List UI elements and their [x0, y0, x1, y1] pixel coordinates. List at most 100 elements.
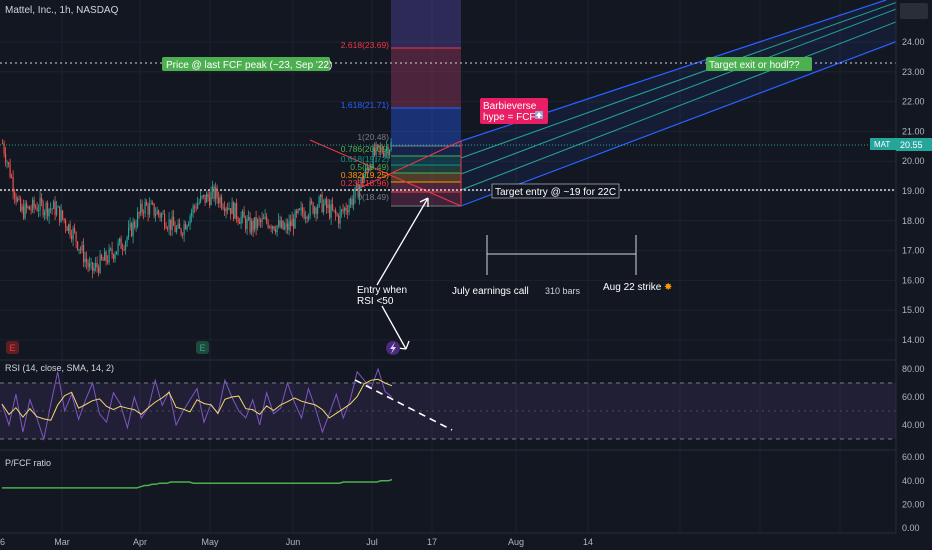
candle-body: [299, 209, 301, 210]
annotation-exit[interactable]: Target exit or hodl??: [706, 57, 812, 71]
price-tick-label: 16.00: [902, 275, 925, 285]
candle-body: [234, 202, 236, 219]
candle-body: [51, 208, 53, 210]
candle-body: [390, 142, 392, 151]
pfcf-tick-label: 20.00: [902, 499, 925, 509]
candle-body: [306, 216, 308, 219]
annotation-fcf-peak[interactable]: Price @ last FCF peak (~23, Sep '22): [162, 57, 332, 71]
candle-body: [129, 223, 131, 228]
lightning-event[interactable]: [386, 341, 400, 355]
candle-body: [53, 201, 55, 209]
candle-body: [30, 209, 32, 211]
candle-body: [240, 216, 242, 224]
earnings-event-1[interactable]: E: [6, 341, 19, 354]
price-tick-label: 24.00: [902, 37, 925, 47]
candle-body: [42, 202, 44, 216]
candle-body: [99, 254, 101, 273]
candle-body: [20, 198, 22, 211]
price-tick-label: 20.00: [902, 156, 925, 166]
price-tick-label: 19.00: [902, 186, 925, 196]
candle-body: [219, 197, 221, 204]
candle-body: [260, 219, 262, 223]
price-axis[interactable]: 24.00 23.00 22.00 21.00 20.00 19.00 18.00 17.00…: [895, 0, 932, 550]
candle-body: [80, 249, 82, 250]
pfcf-tick-label: 60.00: [902, 452, 925, 462]
candle-body: [236, 202, 238, 219]
annotation-target-entry[interactable]: Target entry @ ~19 for 22C: [491, 183, 620, 199]
candle-body: [195, 207, 197, 209]
candle-body: [336, 214, 338, 216]
candle-body: [96, 263, 98, 268]
candle-body: [29, 206, 31, 210]
barbie-line2: hype = FCF: [483, 112, 536, 123]
candle-body: [285, 223, 287, 228]
candle-body: [224, 208, 226, 212]
candle-body: [189, 215, 191, 224]
candle-body: [21, 206, 23, 211]
candle-body: [203, 194, 205, 197]
candle-body: [105, 251, 107, 261]
candle-body: [69, 224, 71, 236]
candle-body: [188, 223, 190, 226]
pfcf-pane[interactable]: P/FCF ratio: [0, 449, 896, 489]
candle-body: [347, 210, 349, 213]
chart-canvas[interactable]: 2.618(23.69) 1.618(21.71) 1(20.48) 0.786(20…: [0, 0, 932, 550]
candle-body: [15, 196, 17, 202]
candle-body: [315, 207, 317, 215]
candle-body: [311, 200, 313, 203]
fib-level-label: 0.236(18.96): [341, 178, 389, 188]
candle-body: [266, 216, 268, 222]
candle-body: [248, 217, 250, 220]
candle-body: [335, 209, 337, 215]
candle-body: [108, 248, 110, 263]
candle-body: [134, 221, 136, 228]
fib-projection: [391, 0, 461, 207]
axis-settings-button[interactable]: [900, 3, 928, 19]
rsi-pane[interactable]: RSI (14, close, SMA, 14, 2): [0, 359, 896, 441]
candle-body: [258, 219, 260, 221]
ticker-price-badges: MAT 20.55: [870, 138, 932, 151]
candle-body: [90, 262, 92, 264]
candle-body: [38, 210, 40, 211]
candle-body: [110, 248, 112, 250]
candle-body: [164, 213, 166, 227]
date-range-tool[interactable]: [486, 235, 637, 275]
time-axis[interactable]: 6 Mar Apr May Jun Jul 17 Aug 14: [0, 532, 896, 547]
candle-body: [44, 212, 46, 216]
bars-count-label: 310 bars: [545, 286, 581, 296]
candle-body: [95, 263, 97, 268]
barbie-line1: Barbieverse: [483, 101, 537, 112]
candle-body: [6, 162, 8, 164]
earnings-event-2[interactable]: E: [196, 341, 209, 354]
candle-body: [63, 218, 65, 221]
strike-label: Aug 22 strike: [603, 282, 662, 293]
candle-body: [317, 206, 319, 215]
candle-body: [47, 203, 49, 217]
candle-body: [329, 204, 331, 218]
time-tick-label: 17: [427, 537, 437, 547]
candle-body: [66, 227, 68, 231]
chart-title[interactable]: Mattel, Inc., 1h, NASDAQ: [5, 5, 119, 16]
candle-body: [75, 231, 77, 242]
candle-body: [245, 217, 247, 230]
rsi-tick-label: 80.00: [902, 364, 925, 374]
candle-body: [126, 237, 128, 243]
candle-body: [120, 238, 122, 249]
exit-label: Target exit or hodl??: [709, 60, 800, 71]
time-tick-label: Jun: [286, 537, 301, 547]
candle-body: [23, 206, 25, 219]
candle-body: [156, 210, 158, 215]
candle-body: [279, 220, 281, 228]
annotation-barbie[interactable]: Barbieverse hype = FCF: [480, 98, 548, 124]
candle-body: [147, 205, 149, 215]
candle-body: [249, 217, 251, 233]
candle-body: [272, 226, 274, 229]
candle-body: [81, 244, 83, 250]
candle-body: [125, 242, 127, 250]
candle-body: [68, 224, 70, 231]
candle-body: [60, 210, 62, 222]
candle-body: [14, 192, 16, 197]
candle-body: [74, 228, 76, 232]
candle-body: [54, 201, 56, 215]
candle-body: [237, 218, 239, 222]
